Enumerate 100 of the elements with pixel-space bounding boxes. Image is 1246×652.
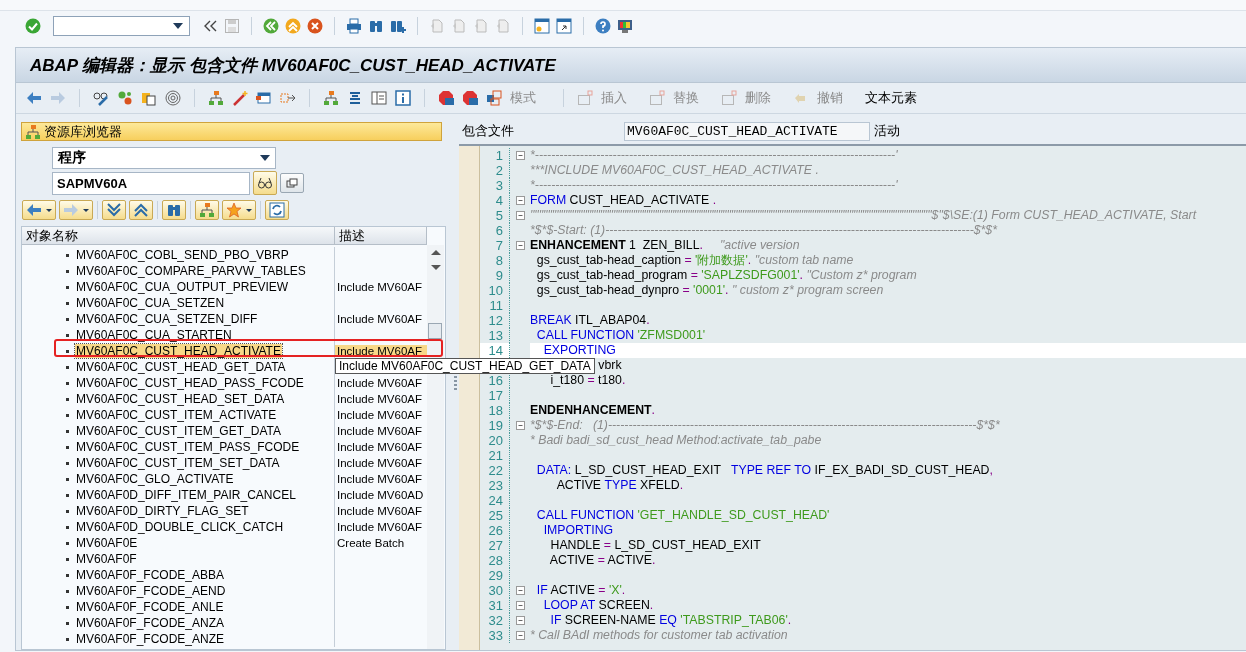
- confirm-icon[interactable]: [25, 18, 41, 34]
- command-field[interactable]: [53, 16, 190, 36]
- tree-item[interactable]: MV60AF0E: [75, 536, 139, 550]
- tree-item[interactable]: MV60AF0F_FCODE_ANZA: [75, 616, 226, 630]
- find-next-icon[interactable]: [390, 18, 406, 34]
- line-number: 22: [480, 463, 510, 478]
- column-header[interactable]: 对象名称: [22, 227, 335, 245]
- print-icon[interactable]: [346, 18, 362, 34]
- status-text: 活动: [874, 122, 900, 140]
- description-cell-text: Include MV60AF: [336, 473, 423, 485]
- back-icon[interactable]: [263, 18, 279, 34]
- line-number: 24: [480, 493, 510, 508]
- tree-item[interactable]: MV60AF0C_COBL_SEND_PBO_VBRP: [75, 248, 290, 262]
- tree-item[interactable]: MV60AF0C_CUA_OUTPUT_PREVIEW: [75, 280, 290, 294]
- scroll-thumb[interactable]: [428, 323, 442, 339]
- include-name-field[interactable]: MV60AF0C_CUST_HEAD_ACTIVATE: [624, 121, 870, 141]
- expand-toolbar-icon[interactable]: [202, 18, 218, 34]
- bullet-icon: [66, 493, 69, 497]
- line-number: 18: [480, 403, 510, 418]
- help-icon[interactable]: [595, 18, 611, 34]
- tree-item[interactable]: MV60AF0C_CUST_ITEM_ACTIVATE: [75, 408, 278, 422]
- favorites-button[interactable]: [222, 200, 256, 220]
- activate-icon[interactable]: [117, 90, 133, 106]
- tree-item[interactable]: MV60AF0C_CUST_HEAD_SET_DATA: [75, 392, 286, 406]
- back-button[interactable]: [22, 200, 56, 220]
- tree-item[interactable]: MV60AF0C_CUST_ITEM_PASS_FCODE: [75, 440, 301, 454]
- tree-item[interactable]: MV60AF0C_CUA_STARTEN: [75, 328, 233, 342]
- tree-item[interactable]: MV60AF0D_DIFF_ITEM_PAIR_CANCEL: [75, 488, 297, 502]
- star-icon[interactable]: [226, 202, 242, 218]
- description-cell-text: Include MV60AD: [336, 489, 425, 501]
- caret-icon: [83, 208, 89, 212]
- collapse-icon[interactable]: [514, 630, 526, 641]
- object-type-dropdown[interactable]: 程序: [52, 147, 276, 169]
- line-number: 11: [480, 298, 510, 313]
- collapse-icon[interactable]: [514, 210, 526, 221]
- pattern-icon[interactable]: [486, 90, 502, 106]
- object-name-field[interactable]: SAPMV60A: [52, 171, 250, 195]
- shortcut-icon[interactable]: [556, 18, 572, 34]
- collapse-icon[interactable]: [514, 240, 526, 251]
- cancel-icon[interactable]: [307, 18, 323, 34]
- tree-item[interactable]: MV60AF0C_CUST_HEAD_GET_DATA: [75, 360, 287, 374]
- tree-item[interactable]: MV60AF0C_CUST_ITEM_GET_DATA: [75, 424, 282, 438]
- exit-icon[interactable]: [285, 18, 301, 34]
- description-cell-text: Include MV60AF: [336, 425, 423, 437]
- collapse-icon[interactable]: [514, 615, 526, 626]
- binoculars-icon[interactable]: [368, 18, 384, 34]
- tree-item[interactable]: MV60AF0F_FCODE_ANZE: [75, 632, 226, 646]
- tree-item[interactable]: MV60AF0C_GLO_ACTIVATE: [75, 472, 235, 486]
- collapse-icon[interactable]: [514, 585, 526, 596]
- tree-item[interactable]: MV60AF0C_CUST_HEAD_PASS_FCODE: [75, 376, 305, 390]
- tree-item[interactable]: MV60AF0F: [75, 552, 138, 566]
- new-session-icon[interactable]: [534, 18, 550, 34]
- forward-button[interactable]: [59, 200, 93, 220]
- description-cell-text: Create Batch: [336, 537, 406, 549]
- info-icon[interactable]: [395, 90, 411, 106]
- collapse-icon[interactable]: [514, 420, 526, 431]
- bullet-icon: [66, 365, 69, 369]
- list-icon[interactable]: [347, 90, 363, 106]
- description-cell-text: Include MV60AF: [336, 441, 423, 453]
- collapse-icon[interactable]: [514, 600, 526, 611]
- tree-item[interactable]: MV60AF0F_FCODE_ANLE: [75, 600, 225, 614]
- tree-item[interactable]: MV60AF0C_CUST_ITEM_SET_DATA: [75, 456, 281, 470]
- stop-user-icon[interactable]: [462, 90, 478, 106]
- tree-item[interactable]: MV60AF0C_CUA_SETZEN_DIFF: [75, 312, 259, 326]
- tree-item[interactable]: MV60AF0D_DIRTY_FLAG_SET: [75, 504, 250, 518]
- table-icon[interactable]: [256, 90, 272, 106]
- scroll-up-icon[interactable]: [429, 247, 442, 257]
- tree-item[interactable]: MV60AF0F_FCODE_ABBA: [75, 568, 226, 582]
- line-number: 21: [480, 448, 510, 463]
- wand-icon[interactable]: [232, 90, 248, 106]
- bullet-icon: [66, 301, 69, 305]
- scroll-down-icon[interactable]: [429, 263, 442, 273]
- tree-item[interactable]: MV60AF0D_DOUBLE_CLICK_CATCH: [75, 520, 285, 534]
- move-icon[interactable]: [280, 90, 296, 106]
- tree-icon[interactable]: [323, 90, 339, 106]
- tree-item[interactable]: MV60AF0C_CUA_SETZEN: [75, 296, 226, 310]
- monitor-icon[interactable]: [617, 18, 633, 34]
- description-cell-text: Include MV60AF: [336, 313, 423, 325]
- back-arrow-icon[interactable]: [26, 90, 42, 106]
- stop-screen-icon[interactable]: [438, 90, 454, 106]
- repository-icon[interactable]: [25, 123, 41, 140]
- window-title: ABAP 编辑器：显示 包含文件 MV60AF0C_CUST_HEAD_ACTIVATE: [16, 48, 1246, 83]
- glasses-pencil-icon[interactable]: [93, 90, 109, 106]
- collapse-icon[interactable]: [514, 195, 526, 206]
- description-cell-text: Include MV60AF: [336, 409, 423, 421]
- documents-icon[interactable]: [141, 90, 157, 106]
- description-cell-text: Include MV60AF: [336, 521, 423, 533]
- hierarchy-icon[interactable]: [208, 90, 224, 106]
- column-header[interactable]: 描述: [335, 227, 427, 245]
- tree-item[interactable]: MV60AF0F_FCODE_AEND: [75, 584, 227, 598]
- tree-item[interactable]: MV60AF0C_COMPARE_PARVW_TABLES: [75, 264, 307, 278]
- collapse-icon[interactable]: [514, 150, 526, 161]
- panel-icon[interactable]: [371, 90, 387, 106]
- line-number: 29: [480, 568, 510, 583]
- toolbar-button[interactable]: 文本元素: [865, 89, 917, 107]
- bullet-icon: [66, 477, 69, 481]
- line-number: 23: [480, 478, 510, 493]
- back-arrow-icon[interactable]: [26, 202, 42, 218]
- spiral-icon[interactable]: [165, 90, 181, 106]
- bullet-icon: [66, 525, 69, 529]
